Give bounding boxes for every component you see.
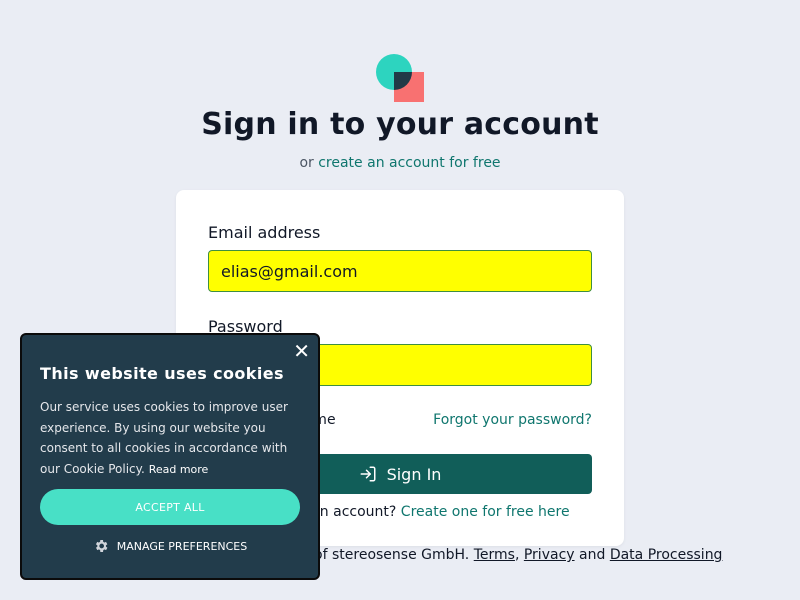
email-label: Email address [208,223,321,242]
email-input[interactable] [208,250,592,292]
close-icon[interactable]: ✕ [293,339,310,363]
signin-label: Sign In [386,464,442,484]
cookie-banner: ✕ This website uses cookies Our service … [20,333,320,580]
page-title: Sign in to your account [201,107,599,142]
subtitle: or create an account for free [0,155,800,171]
create-account-free-link[interactable]: Create one for free here [401,504,570,520]
accept-all-button[interactable]: ACCEPT ALL [40,489,300,525]
privacy-link[interactable]: Privacy [524,547,575,563]
terms-link[interactable]: Terms [474,547,515,563]
create-account-link[interactable]: create an account for free [318,155,500,171]
cookie-text: Our service uses cookies to improve user… [40,397,302,480]
forgot-password-link[interactable]: Forgot your password? [433,412,592,428]
manage-preferences-button[interactable]: MANAGE PREFERENCES [22,538,318,554]
footer-and: and [579,547,606,563]
gear-icon [95,540,108,552]
cookie-title: This website uses cookies [40,364,284,383]
logo-icon [376,54,424,102]
data-processing-link[interactable]: Data Processing [610,547,723,563]
read-more-link[interactable]: Read more [149,463,209,476]
manage-preferences-label: MANAGE PREFERENCES [116,539,248,553]
subtitle-prefix: or [299,155,314,171]
login-arrow-icon [360,466,376,482]
